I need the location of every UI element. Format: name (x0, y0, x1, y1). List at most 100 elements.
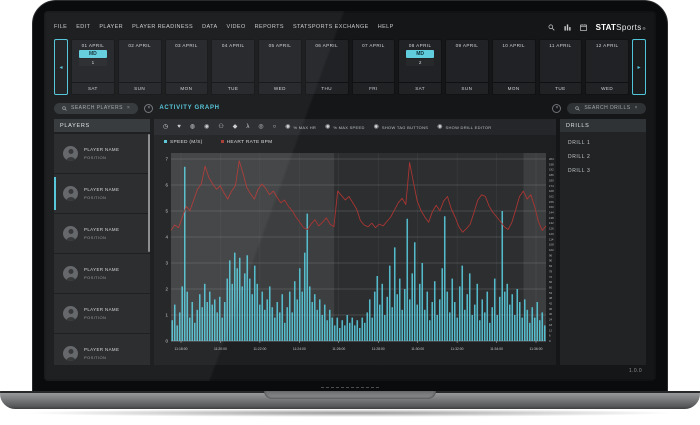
toggle-max-hr[interactable]: ◉% MAX HR (285, 124, 316, 130)
date-label: 09 APRIL (455, 43, 479, 48)
drill-item-drill-2[interactable]: DRILL 2 (560, 146, 646, 160)
date-label: 01 APRIL (81, 43, 105, 48)
player-item[interactable]: PLAYER NAME POSITION (54, 134, 150, 173)
date-card-08-april[interactable]: 08 APRIL MD 2 SAT (398, 39, 442, 95)
right-tick-label: 156 (549, 200, 554, 204)
toggle-show-drill-editor[interactable]: ◉ SHOW DRILL EDITOR (437, 124, 491, 130)
player-text: PLAYER NAME POSITION (84, 347, 119, 360)
right-tick-label: 66 (549, 280, 553, 284)
player-name: PLAYER NAME (84, 147, 120, 153)
toggle-label: SHOW TAG BUTTONS (381, 124, 429, 130)
menu-item-data[interactable]: DATA (202, 24, 217, 30)
drill-item-drill-1[interactable]: DRILL 1 (560, 132, 646, 146)
player-position: POSITION (84, 154, 107, 160)
avatar (63, 226, 78, 241)
players-scrollbar[interactable] (148, 134, 150, 252)
laptop-notch (264, 391, 436, 399)
gauge-icon[interactable]: ◷ (163, 124, 168, 130)
clear-icon[interactable]: × (635, 105, 638, 111)
right-tick-label: 120 (549, 232, 554, 236)
date-card-03-april[interactable]: 03 APRIL MON (164, 39, 209, 95)
day-label: SUN (446, 82, 488, 94)
menu-item-statsports-exchange[interactable]: STATSPORTS EXCHANGE (293, 24, 369, 30)
date-card-04-april[interactable]: 04 APRIL TUE (211, 39, 255, 95)
left-tick-label: 5 (165, 209, 168, 214)
diamond-icon[interactable]: ◆ (233, 124, 238, 130)
menu-item-player-readiness[interactable]: PLAYER READINESS (132, 24, 193, 30)
carousel-prev-button[interactable]: ◂ (54, 39, 68, 95)
session-number: 1 (79, 59, 107, 66)
statsports-app: FILE EDIT PLAYER PLAYER READINESS DATA VIDEO R… (46, 13, 654, 379)
match-day-badge: MD (406, 50, 434, 58)
calendar-icon[interactable] (579, 23, 587, 31)
player-item[interactable]: PLAYER NAME POSITION (54, 254, 150, 293)
circle-outline-icon[interactable]: ○ (273, 124, 277, 130)
right-tick-label: 60 (549, 285, 553, 289)
date-card-06-april[interactable]: 06 APRIL THU (304, 39, 349, 95)
right-tick-label: 144 (549, 211, 554, 215)
drills-panel-header: DRILLS (560, 119, 646, 132)
left-tick-label: 7 (165, 157, 168, 162)
impact-icon[interactable]: ◉ (204, 124, 209, 130)
right-tick-label: 12 (549, 328, 553, 332)
date-carousel: ◂ 01 APRIL MD 1 SAT 02 APRIL SUN 03 APRIL MON 04… (54, 39, 646, 95)
menu-item-reports[interactable]: REPORTS (255, 24, 284, 30)
player-name: PLAYER NAME (84, 187, 120, 193)
laptop-base (0, 391, 700, 409)
avatar (63, 146, 78, 161)
search-players-placeholder: SEARCH PLAYERS (71, 105, 123, 111)
search-players-input[interactable]: SEARCH PLAYERS × (54, 102, 139, 114)
player-list: PLAYER NAME POSITION PLAYER NAME POSITION PL… (54, 134, 150, 365)
day-label: WED (586, 82, 628, 94)
date-card-07-april[interactable]: 07 APRIL FRI (351, 39, 396, 95)
carousel-next-button[interactable]: ▸ (632, 39, 646, 95)
load-icon[interactable]: ⚇ (218, 124, 223, 130)
player-item[interactable]: PLAYER NAME POSITION (54, 174, 150, 213)
menu-item-help[interactable]: HELP (378, 24, 394, 30)
x-tick-label: 11:30:00 (411, 347, 424, 351)
metabolic-icon[interactable]: ◍ (190, 124, 195, 130)
date-card-11-april[interactable]: 11 APRIL TUE (538, 39, 583, 95)
report-columns-icon[interactable] (564, 23, 571, 31)
date-card-05-april[interactable]: 05 APRIL WED (258, 39, 302, 95)
date-label: 06 APRIL (315, 43, 338, 48)
right-tick-label: 168 (549, 189, 554, 193)
date-card-01-april[interactable]: 01 APRIL MD 1 SAT (71, 39, 115, 95)
date-card-10-april[interactable]: 10 APRIL MON (491, 39, 536, 95)
activity-chart[interactable]: 11:18:00 11:20:00 11:22:00 11:24:00 11:26:00… (158, 151, 560, 363)
collapse-left-panel-icon[interactable]: × (144, 103, 154, 113)
radio-icon: ◉ (285, 124, 291, 130)
runner-icon[interactable]: λ (246, 124, 249, 130)
heart-icon[interactable]: ♥ (177, 124, 181, 130)
date-card-12-april[interactable]: 12 APRIL WED (585, 39, 629, 95)
date-card-09-april[interactable]: 09 APRIL SUN (445, 39, 489, 95)
player-item[interactable]: PLAYER NAME POSITION (54, 294, 150, 333)
collapse-right-panel-icon[interactable]: × (552, 103, 562, 113)
right-tick-label: 162 (549, 194, 554, 198)
date-card-middle (586, 48, 628, 82)
toggle-max-speed[interactable]: ◉% MAX SPEED (325, 124, 365, 130)
player-item[interactable]: PLAYER NAME POSITION (54, 214, 150, 253)
menu-item-file[interactable]: FILE (54, 24, 67, 30)
toggle-show-tag-buttons[interactable]: ◉ SHOW TAG BUTTONS (374, 124, 429, 130)
player-position: POSITION (84, 274, 107, 280)
page-title: ACTIVITY GRAPH (159, 105, 220, 111)
clear-icon[interactable]: × (127, 105, 130, 111)
right-tick-label: 42 (549, 302, 553, 306)
search-icon[interactable] (548, 24, 555, 31)
right-tick-label: 198 (549, 162, 554, 166)
menu-item-edit[interactable]: EDIT (76, 24, 90, 30)
drill-item-drill-3[interactable]: DRILL 3 (560, 160, 646, 174)
x-tick-label: 11:36:00 (530, 347, 543, 351)
session-number: 2 (406, 59, 434, 66)
player-item[interactable]: PLAYER NAME POSITION (54, 334, 150, 365)
date-card-02-april[interactable]: 02 APRIL SUN (117, 39, 162, 95)
search-drills-input[interactable]: SEARCH DRILLS × (567, 102, 646, 114)
ball-icon[interactable]: ◎ (258, 124, 263, 130)
menu-item-player[interactable]: PLAYER (99, 24, 123, 30)
day-label: TUE (212, 82, 254, 94)
right-tick-label: 30 (549, 312, 553, 316)
menu-item-video[interactable]: VIDEO (227, 24, 246, 30)
day-label: WED (259, 82, 301, 94)
right-tick-label: 138 (549, 216, 554, 220)
